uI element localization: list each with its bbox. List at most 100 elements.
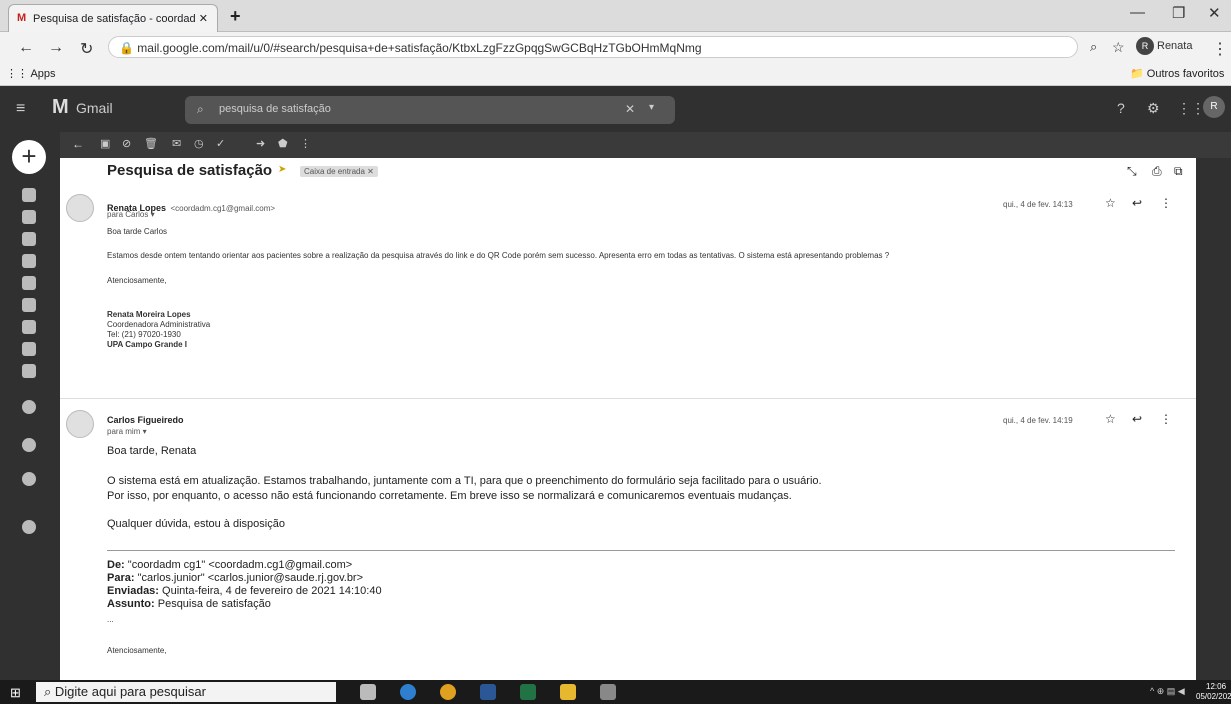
zoom-search-icon[interactable]: ⌕: [1090, 39, 1097, 55]
gmail-logo-icon[interactable]: M: [52, 96, 69, 119]
account-avatar[interactable]: R: [1203, 96, 1225, 118]
close-window-icon[interactable]: ✕: [1208, 4, 1221, 22]
taskbar-search-placeholder: Digite aqui para pesquisar: [54, 684, 206, 699]
collapse-all-icon[interactable]: ⤡: [1127, 164, 1137, 179]
meet-icon[interactable]: [22, 400, 36, 414]
quote-from-label: De:: [107, 559, 125, 571]
sender-name: Carlos Figueiredo: [107, 415, 184, 425]
minimize-icon[interactable]: —: [1130, 4, 1145, 21]
message-body: Estamos desde ontem tentando orientar ao…: [107, 251, 890, 260]
sender-avatar: [66, 410, 94, 438]
system-tray-icons[interactable]: ^ ⊕ ▤ ◀: [1150, 686, 1185, 697]
important-marker-icon[interactable]: ➤: [278, 164, 286, 175]
signature-line: Coordenadora Administrativa: [107, 320, 211, 329]
clock-time: 12:06: [1206, 682, 1227, 691]
url-text: mail.google.com/mail/u/0/#search/pesquis…: [137, 41, 702, 55]
move-to-icon[interactable]: ➜: [256, 137, 265, 150]
starred-icon[interactable]: [22, 210, 36, 224]
delete-icon[interactable]: 🗑: [144, 137, 158, 150]
snooze-icon[interactable]: ◷: [194, 137, 204, 150]
profile-button[interactable]: R Renata: [1136, 37, 1192, 55]
recipients-toggle[interactable]: para mim ▾: [107, 427, 147, 436]
url-input[interactable]: 🔒 mail.google.com/mail/u/0/#search/pesqu…: [108, 36, 1078, 58]
back-icon[interactable]: ←: [18, 39, 34, 57]
forward-icon[interactable]: →: [48, 39, 64, 57]
more-options-icon[interactable]: ⋮: [1160, 412, 1172, 426]
quote-to-value: "carlos.junior" <carlos.junior@saude.rj.…: [137, 572, 364, 584]
signature-line: Renata Moreira Lopes: [107, 310, 191, 319]
label-icon[interactable]: [22, 320, 36, 334]
reply-icon[interactable]: ↩: [1132, 196, 1142, 210]
inbox-icon[interactable]: [22, 188, 36, 202]
main-menu-icon[interactable]: ≡: [16, 100, 25, 118]
labels-icon[interactable]: ⬟: [278, 137, 288, 150]
more-icon[interactable]: ⋮: [300, 137, 311, 150]
word-icon[interactable]: [480, 684, 496, 700]
excel-icon[interactable]: [520, 684, 536, 700]
browser-tab[interactable]: M Pesquisa de satisfação - coordad ✕: [8, 4, 218, 32]
app-icon[interactable]: [600, 684, 616, 700]
reply-icon[interactable]: ↩: [1132, 412, 1142, 426]
edge-browser-icon[interactable]: [400, 684, 416, 700]
new-tab-button[interactable]: +: [230, 6, 241, 27]
search-input[interactable]: ⌕ pesquisa de satisfação ✕ ▾: [185, 96, 675, 124]
label-icon[interactable]: [22, 364, 36, 378]
label-icon[interactable]: [22, 342, 36, 356]
sender-avatar: [66, 194, 94, 222]
archive-icon[interactable]: ▣: [100, 137, 110, 150]
star-icon[interactable]: ☆: [1105, 196, 1116, 210]
file-explorer-icon[interactable]: [560, 684, 576, 700]
sender-email: <coordadm.cg1@gmail.com>: [170, 204, 276, 213]
message-line: O sistema está em atualização. Estamos t…: [107, 475, 822, 487]
message-date: qui., 4 de fev. 14:13: [1003, 200, 1073, 209]
settings-gear-icon[interactable]: ⚙: [1147, 100, 1160, 117]
star-bookmark-icon[interactable]: ☆: [1112, 39, 1125, 56]
search-value: pesquisa de satisfação: [219, 103, 331, 115]
star-icon[interactable]: ☆: [1105, 412, 1116, 426]
apps-bookmark[interactable]: ⋮⋮ Apps: [6, 67, 56, 80]
more-options-icon[interactable]: ⋮: [1160, 196, 1172, 210]
sent-icon[interactable]: [22, 276, 36, 290]
other-bookmarks[interactable]: 📁 Outros favoritos: [1130, 67, 1224, 80]
quote-sent: Enviadas: Quinta-feira, 4 de fevereiro d…: [107, 585, 382, 597]
help-icon[interactable]: ?: [1117, 100, 1125, 116]
taskbar-search-input[interactable]: ⌕ Digite aqui para pesquisar: [36, 682, 336, 702]
maximize-icon[interactable]: ❐: [1172, 4, 1185, 22]
print-icon[interactable]: ⎙: [1152, 164, 1162, 179]
quote-subject: Assunto: Pesquisa de satisfação: [107, 598, 271, 610]
message-closing: Atenciosamente,: [107, 276, 167, 285]
task-view-icon[interactable]: [360, 684, 376, 700]
taskbar-clock[interactable]: 12:06 05/02/2021: [1196, 682, 1231, 702]
apps-grid-icon[interactable]: ⋮⋮: [1177, 100, 1205, 117]
reload-icon[interactable]: ↻: [80, 39, 93, 59]
drafts-icon[interactable]: [22, 298, 36, 312]
add-task-icon[interactable]: ✓: [216, 137, 225, 150]
new-window-icon[interactable]: ⧉: [1174, 164, 1183, 179]
message-greeting: Boa tarde Carlos: [107, 227, 168, 236]
report-spam-icon[interactable]: ⊘: [122, 137, 131, 150]
mark-unread-icon[interactable]: ✉: [172, 137, 181, 150]
quote-subject-value: Pesquisa de satisfação: [157, 598, 271, 610]
recipients-toggle[interactable]: para Carlos ▾: [107, 210, 155, 219]
snoozed-icon[interactable]: [22, 232, 36, 246]
tab-title: Pesquisa de satisfação - coordad ✕: [33, 13, 208, 25]
bookmarks-bar: ⋮⋮ Apps 📁 Outros favoritos: [0, 62, 1231, 86]
browser-menu-icon[interactable]: ⋮: [1212, 39, 1228, 59]
quote-from-value: "coordadm cg1" <coordadm.cg1@gmail.com>: [127, 559, 353, 571]
search-icon[interactable]: ⌕: [197, 102, 204, 117]
windows-start-icon[interactable]: ⊞: [10, 685, 21, 701]
contact-icon[interactable]: [22, 472, 36, 486]
compose-button[interactable]: +: [12, 140, 46, 174]
message-line: Por isso, por enquanto, o acesso não est…: [107, 490, 792, 502]
back-to-search-icon[interactable]: ←: [72, 137, 84, 151]
chrome-browser-icon[interactable]: [440, 684, 456, 700]
clock-date: 05/02/2021: [1196, 692, 1231, 701]
contact-icon[interactable]: [22, 520, 36, 534]
inbox-label-badge[interactable]: Caixa de entrada ✕: [300, 166, 378, 177]
clear-search-icon[interactable]: ✕: [625, 102, 635, 116]
search-options-icon[interactable]: ▾: [649, 102, 654, 113]
hangouts-icon[interactable]: [22, 438, 36, 452]
quote-subject-label: Assunto:: [107, 598, 155, 610]
important-icon[interactable]: [22, 254, 36, 268]
other-bookmarks-label: Outros favoritos: [1146, 68, 1225, 80]
